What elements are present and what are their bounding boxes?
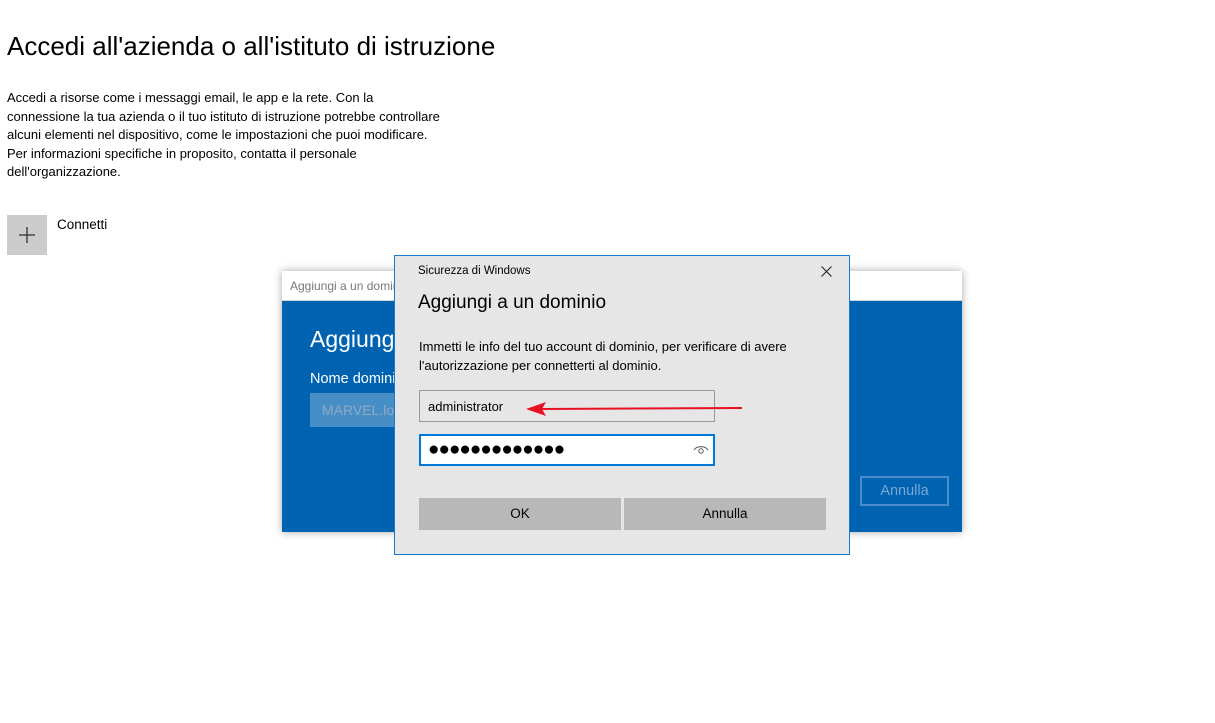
password-value: ●●●●●●●●●●●●● [428, 439, 565, 460]
eye-icon[interactable] [693, 444, 709, 456]
domain-name-label: Nome dominio [310, 371, 404, 387]
background-dialog-title: Aggiungi a un dominio [290, 279, 409, 293]
username-value: administrator [428, 399, 504, 414]
page-description: Accedi a risorse come i messaggi email, … [7, 90, 440, 180]
annotation-arrow [526, 402, 743, 416]
connect-button[interactable] [7, 215, 47, 255]
cancel-button[interactable]: Annulla [624, 498, 826, 530]
password-field[interactable]: ●●●●●●●●●●●●● [419, 434, 715, 466]
close-icon [821, 266, 832, 277]
security-dialog-heading: Aggiungi a un dominio [418, 292, 607, 313]
security-dialog-title: Sicurezza di Windows [418, 265, 531, 277]
connect-label[interactable]: Connetti [57, 217, 107, 232]
page-title: Accedi all'azienda o all'istituto di ist… [7, 31, 496, 61]
background-cancel-button[interactable]: Annulla [860, 476, 949, 506]
security-dialog-description: Immetti le info del tuo account di domin… [419, 339, 787, 373]
plus-icon [19, 227, 35, 243]
close-button[interactable] [815, 262, 839, 282]
ok-button[interactable]: OK [419, 498, 621, 530]
